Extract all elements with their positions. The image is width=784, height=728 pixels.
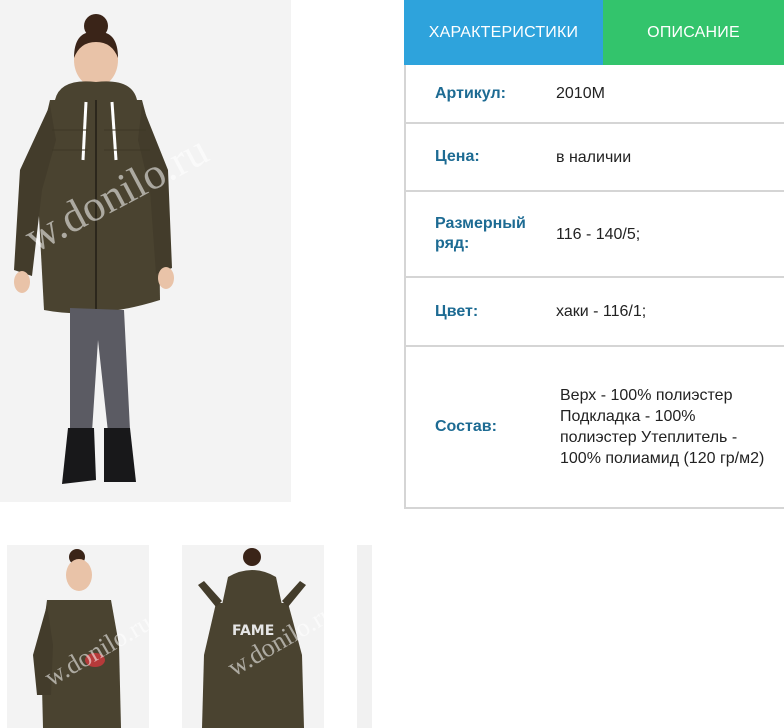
spec-row-article: Артикул: 2010M <box>406 65 784 124</box>
spec-value: 2010M <box>556 85 605 102</box>
spec-label: Цена: <box>435 148 480 165</box>
spec-row-size-range: Размерный ряд: 116 - 140/5; <box>406 192 784 278</box>
spec-value: хаки - 116/1; <box>556 303 647 320</box>
tab-characteristics[interactable]: ХАРАКТЕРИСТИКИ <box>404 0 603 65</box>
product-tabs: ХАРАКТЕРИСТИКИ ОПИСАНИЕ <box>404 0 784 65</box>
spec-label: Цвет: <box>435 302 479 320</box>
tab-description[interactable]: ОПИСАНИЕ <box>603 0 784 65</box>
spec-row-composition: Состав: Верх - 100% полиэстер Подкладка … <box>406 347 784 507</box>
product-main-image[interactable]: w.donilo.ru <box>0 0 291 502</box>
spec-row-price: Цена: в наличии <box>406 124 784 192</box>
thumbnail-partial[interactable] <box>357 545 372 728</box>
spec-value: в наличии <box>556 148 632 166</box>
thumbnail-side-view[interactable]: w.donilo.ru <box>7 545 149 728</box>
spec-row-color: Цвет: хаки - 116/1; <box>406 278 784 347</box>
spec-label: Состав: <box>435 418 497 435</box>
spec-label: Артикул: <box>435 84 506 102</box>
spec-value: 116 - 140/5; <box>556 225 641 243</box>
spec-value: Верх - 100% полиэстер Подкладка - 100% п… <box>560 387 765 467</box>
thumbnail-back-view[interactable]: FAME w.donilo.ru <box>182 545 324 728</box>
spec-label: Размерный ряд: <box>435 215 526 252</box>
specs-table: Артикул: 2010M Цена: в наличии Размерный… <box>404 65 784 509</box>
